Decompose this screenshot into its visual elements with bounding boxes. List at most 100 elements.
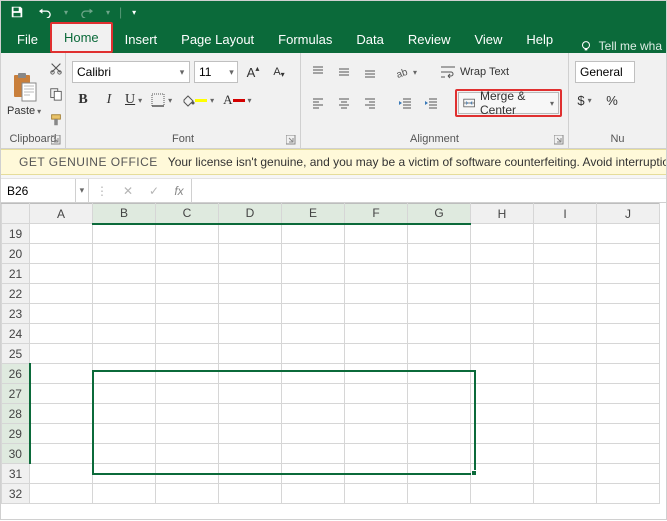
cell[interactable]: [282, 224, 345, 244]
cell[interactable]: [30, 344, 93, 364]
cell[interactable]: [30, 464, 93, 484]
cell[interactable]: [93, 264, 156, 284]
cell[interactable]: [408, 484, 471, 504]
cell[interactable]: [93, 384, 156, 404]
cell[interactable]: [30, 364, 93, 384]
cell[interactable]: [408, 244, 471, 264]
cell[interactable]: [408, 444, 471, 464]
cell[interactable]: [471, 224, 534, 244]
cell[interactable]: [597, 444, 660, 464]
cell[interactable]: [534, 364, 597, 384]
bold-button[interactable]: B: [72, 89, 94, 111]
number-format-combo[interactable]: [575, 61, 635, 83]
name-box[interactable]: ▾: [1, 179, 89, 202]
cell[interactable]: [219, 344, 282, 364]
cell[interactable]: [93, 464, 156, 484]
cell[interactable]: [534, 404, 597, 424]
cell[interactable]: [156, 404, 219, 424]
align-right-button[interactable]: [359, 92, 381, 114]
cell[interactable]: [282, 304, 345, 324]
column-header[interactable]: B: [93, 204, 156, 224]
alignment-launcher[interactable]: [554, 135, 564, 145]
font-color-button[interactable]: A▾: [222, 89, 255, 111]
cell[interactable]: [597, 364, 660, 384]
tab-data[interactable]: Data: [344, 26, 395, 53]
cell[interactable]: [30, 324, 93, 344]
cell[interactable]: [597, 304, 660, 324]
cell[interactable]: [282, 264, 345, 284]
row-header[interactable]: 25: [2, 344, 30, 364]
percent-format-button[interactable]: %: [601, 89, 623, 111]
cell[interactable]: [219, 244, 282, 264]
cell[interactable]: [471, 384, 534, 404]
cell[interactable]: [471, 404, 534, 424]
cell[interactable]: [345, 244, 408, 264]
cell[interactable]: [30, 484, 93, 504]
formula-input[interactable]: [191, 179, 666, 202]
name-box-input[interactable]: [1, 184, 75, 198]
cell[interactable]: [156, 324, 219, 344]
fill-color-button[interactable]: ▾: [180, 89, 218, 111]
cell[interactable]: [93, 324, 156, 344]
cell[interactable]: [345, 344, 408, 364]
cell[interactable]: [471, 364, 534, 384]
cell[interactable]: [282, 364, 345, 384]
cell[interactable]: [219, 444, 282, 464]
column-header[interactable]: E: [282, 204, 345, 224]
cell[interactable]: [30, 284, 93, 304]
cell[interactable]: [345, 224, 408, 244]
cell[interactable]: [282, 324, 345, 344]
font-name-input[interactable]: [73, 65, 175, 79]
cell[interactable]: [219, 404, 282, 424]
cell[interactable]: [282, 244, 345, 264]
cell[interactable]: [30, 244, 93, 264]
font-name-combo[interactable]: ▾: [72, 61, 190, 83]
cell[interactable]: [93, 224, 156, 244]
align-center-button[interactable]: [333, 92, 355, 114]
row-header[interactable]: 21: [2, 264, 30, 284]
cell[interactable]: [408, 384, 471, 404]
fx-label[interactable]: fx: [167, 184, 191, 198]
cell[interactable]: [219, 264, 282, 284]
cell[interactable]: [93, 344, 156, 364]
cell[interactable]: [597, 264, 660, 284]
cell[interactable]: [534, 384, 597, 404]
cell[interactable]: [408, 344, 471, 364]
cell[interactable]: [345, 424, 408, 444]
cell[interactable]: [534, 444, 597, 464]
cell[interactable]: [282, 444, 345, 464]
row-header[interactable]: 32: [2, 484, 30, 504]
column-header[interactable]: H: [471, 204, 534, 224]
cell[interactable]: [156, 304, 219, 324]
cell[interactable]: [408, 364, 471, 384]
cell[interactable]: [156, 384, 219, 404]
cell[interactable]: [30, 224, 93, 244]
cell[interactable]: [534, 284, 597, 304]
cell[interactable]: [471, 244, 534, 264]
cell[interactable]: [345, 444, 408, 464]
cell[interactable]: [597, 324, 660, 344]
cell[interactable]: [219, 324, 282, 344]
increase-indent-button[interactable]: [420, 92, 442, 114]
cell[interactable]: [534, 264, 597, 284]
font-launcher[interactable]: [286, 135, 296, 145]
cell[interactable]: [156, 364, 219, 384]
cell[interactable]: [156, 484, 219, 504]
decrease-font-button[interactable]: A▾: [268, 61, 290, 83]
column-header[interactable]: F: [345, 204, 408, 224]
undo-button[interactable]: [33, 3, 57, 21]
cut-button[interactable]: [45, 57, 67, 79]
increase-font-button[interactable]: A▴: [242, 61, 264, 83]
column-header[interactable]: A: [30, 204, 93, 224]
cell[interactable]: [282, 404, 345, 424]
orientation-button[interactable]: ab▾: [395, 61, 421, 83]
font-size-input[interactable]: [195, 65, 226, 79]
cell[interactable]: [93, 484, 156, 504]
cell[interactable]: [93, 284, 156, 304]
paste-button[interactable]: Paste▾: [7, 71, 41, 117]
cell[interactable]: [534, 224, 597, 244]
cell[interactable]: [408, 404, 471, 424]
cell[interactable]: [408, 464, 471, 484]
cell[interactable]: [597, 284, 660, 304]
cell[interactable]: [219, 424, 282, 444]
